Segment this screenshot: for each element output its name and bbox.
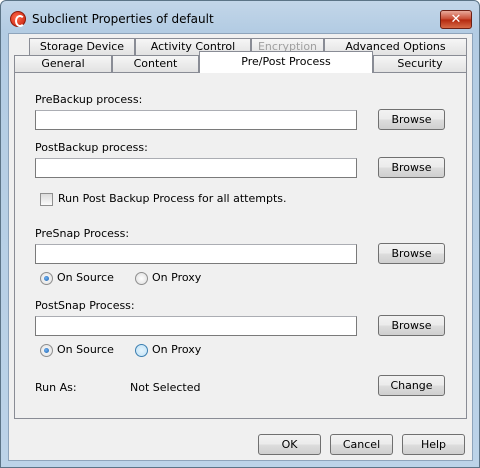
tab-general[interactable]: General: [14, 55, 112, 72]
postbackup-label: PostBackup process:: [35, 141, 148, 154]
postbackup-input[interactable]: [35, 158, 357, 178]
presnap-browse-button[interactable]: Browse: [378, 243, 445, 264]
postsnap-label: PostSnap Process:: [35, 299, 135, 312]
app-logo-icon: [10, 11, 26, 27]
presnap-input[interactable]: [35, 244, 357, 264]
postsnap-on-proxy-radio[interactable]: [135, 344, 148, 357]
dialog-client-area: Storage Device Activity Control Encrypti…: [8, 33, 473, 461]
run-as-value: Not Selected: [130, 381, 201, 394]
tab-pre-post-process[interactable]: Pre/Post Process: [199, 51, 373, 73]
postsnap-on-proxy-label: On Proxy: [152, 343, 202, 356]
postbackup-browse-button[interactable]: Browse: [378, 157, 445, 178]
dialog-button-bar: OK Cancel Help: [9, 429, 472, 462]
postsnap-browse-button[interactable]: Browse: [378, 315, 445, 336]
tab-security[interactable]: Security: [373, 55, 467, 72]
dialog-window: Subclient Properties of default ✕ Storag…: [0, 0, 480, 468]
prebackup-input[interactable]: [35, 110, 357, 130]
tab-content[interactable]: Content: [112, 55, 199, 72]
postsnap-input[interactable]: [35, 316, 357, 336]
tab-storage-device[interactable]: Storage Device: [29, 38, 135, 55]
presnap-on-proxy-radio[interactable]: [135, 272, 148, 285]
presnap-on-source-radio[interactable]: [40, 272, 53, 285]
window-title: Subclient Properties of default: [32, 12, 214, 26]
presnap-on-source-label: On Source: [57, 271, 114, 284]
tab-panel-pre-post-process: PreBackup process: Browse PostBackup pro…: [14, 72, 467, 419]
cancel-button[interactable]: Cancel: [330, 434, 393, 455]
postsnap-on-source-label: On Source: [57, 343, 114, 356]
presnap-label: PreSnap Process:: [35, 227, 130, 240]
run-as-change-button[interactable]: Change: [378, 375, 445, 396]
help-button[interactable]: Help: [402, 434, 465, 455]
run-post-all-attempts-label: Run Post Backup Process for all attempts…: [58, 192, 287, 205]
postsnap-on-source-radio[interactable]: [40, 344, 53, 357]
prebackup-label: PreBackup process:: [35, 93, 143, 106]
ok-button[interactable]: OK: [258, 434, 321, 455]
presnap-on-proxy-label: On Proxy: [152, 271, 202, 284]
prebackup-browse-button[interactable]: Browse: [378, 109, 445, 130]
close-button[interactable]: ✕: [440, 10, 472, 29]
title-bar[interactable]: Subclient Properties of default ✕: [1, 1, 479, 35]
run-post-all-attempts-checkbox[interactable]: [40, 193, 53, 206]
run-as-label: Run As:: [35, 381, 77, 394]
